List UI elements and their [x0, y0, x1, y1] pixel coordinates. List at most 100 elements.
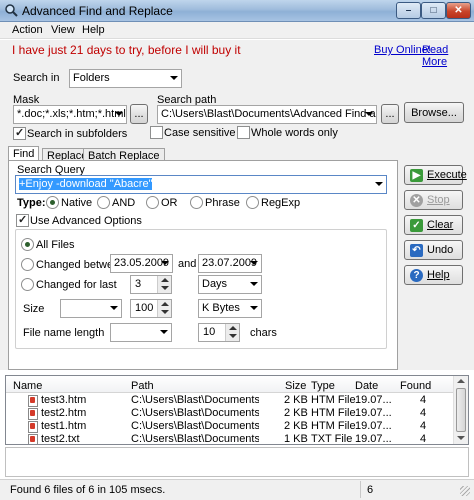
- htm-file-icon: [28, 395, 38, 407]
- col-header-found[interactable]: Found: [400, 380, 431, 392]
- size-value: 100: [135, 302, 154, 314]
- trial-message: I have just 21 days to try, before I wil…: [12, 43, 241, 57]
- table-row[interactable]: test1.htm C:\Users\Blast\Documents\Adv..…: [6, 420, 453, 433]
- row-path: C:\Users\Blast\Documents\Adv...: [131, 407, 259, 419]
- table-row[interactable]: test2.txt C:\Users\Blast\Documents\Adv..…: [6, 433, 453, 444]
- whole-words-checkbox[interactable]: [237, 126, 250, 139]
- stop-icon: ✕: [410, 194, 423, 207]
- path-browse-small-button[interactable]: ...: [381, 104, 399, 124]
- type-and-radio[interactable]: [97, 196, 110, 209]
- help-icon: ?: [410, 269, 423, 282]
- menu-help[interactable]: Help: [82, 24, 105, 36]
- name-length-spinner[interactable]: 10: [198, 323, 240, 342]
- help-label: Help: [427, 269, 450, 281]
- row-name: test3.htm: [41, 394, 87, 406]
- scroll-thumb[interactable]: [456, 388, 466, 432]
- scroll-down-icon[interactable]: [457, 436, 465, 440]
- col-header-path[interactable]: Path: [131, 380, 154, 392]
- row-path: C:\Users\Blast\Documents\Adv...: [131, 433, 259, 444]
- results-scrollbar[interactable]: [453, 376, 468, 444]
- type-and-label: AND: [112, 197, 136, 209]
- last-unit-value: Days: [202, 278, 228, 290]
- spinner-arrows-icon[interactable]: [225, 324, 239, 341]
- row-type: HTM File: [311, 420, 356, 432]
- mask-value: *.doc;*.xls;*.htm;*.html;*.as: [17, 108, 126, 120]
- row-found: 4: [420, 394, 427, 406]
- col-header-name[interactable]: Name: [13, 380, 42, 392]
- all-files-radio[interactable]: [21, 238, 34, 251]
- help-button[interactable]: ? Help: [404, 265, 463, 285]
- browse-button[interactable]: Browse...: [404, 102, 464, 123]
- type-or-label: OR: [161, 197, 178, 209]
- col-header-type[interactable]: Type: [311, 380, 335, 392]
- table-row[interactable]: test2.htm C:\Users\Blast\Documents\Adv..…: [6, 407, 453, 420]
- row-date: 19.07...: [355, 433, 392, 444]
- type-regexp-radio[interactable]: [246, 196, 259, 209]
- search-path-value: C:\Users\Blast\Documents\Advanced Find a…: [161, 108, 376, 120]
- last-value: 3: [135, 278, 142, 290]
- maximize-button[interactable]: □: [421, 2, 446, 19]
- last-unit-select[interactable]: Days: [198, 275, 262, 294]
- row-name: test2.htm: [41, 407, 87, 419]
- row-path: C:\Users\Blast\Documents\Adv...: [131, 394, 259, 406]
- date-to-value: 23.07.2009: [202, 257, 258, 269]
- advanced-options-label: Use Advanced Options: [30, 215, 142, 227]
- changed-last-radio[interactable]: [21, 278, 34, 291]
- mask-browse-button[interactable]: ...: [130, 104, 148, 124]
- date-to-picker[interactable]: 23.07.2009: [198, 254, 262, 273]
- size-operator-select[interactable]: [60, 299, 122, 318]
- results-header: [6, 376, 453, 393]
- size-label: Size: [23, 303, 45, 315]
- row-name: test2.txt: [41, 433, 80, 444]
- name-length-operator-select[interactable]: [110, 323, 172, 342]
- search-path-select[interactable]: C:\Users\Blast\Documents\Advanced Find a…: [157, 105, 377, 124]
- row-name: test1.htm: [41, 420, 87, 432]
- clear-button[interactable]: ✓ Clear: [404, 215, 463, 235]
- last-value-spinner[interactable]: 3: [130, 275, 172, 294]
- spinner-arrows-icon[interactable]: [157, 300, 171, 317]
- menu-view[interactable]: View: [51, 24, 75, 36]
- preview-pane[interactable]: [5, 447, 469, 477]
- row-size: 1 KB: [284, 433, 308, 444]
- menu-action[interactable]: Action: [12, 24, 43, 36]
- col-header-size[interactable]: Size: [285, 380, 306, 392]
- case-sensitive-checkbox[interactable]: [150, 126, 163, 139]
- advanced-options-checkbox[interactable]: [16, 213, 29, 227]
- and-label: and: [178, 258, 197, 270]
- close-button[interactable]: ✕: [446, 2, 471, 19]
- date-from-picker[interactable]: 23.05.2009: [110, 254, 173, 273]
- row-found: 4: [420, 433, 427, 444]
- search-in-select[interactable]: Folders: [69, 69, 182, 88]
- spinner-arrows-icon[interactable]: [157, 276, 171, 293]
- execute-button[interactable]: ▶ Execute: [404, 165, 467, 185]
- search-query-input[interactable]: +Enjoy -download "Abacre": [15, 175, 387, 194]
- name-length-value: 10: [203, 326, 216, 338]
- row-date: 19.07...: [355, 420, 392, 432]
- status-count: 6: [367, 484, 374, 496]
- resize-grip-icon[interactable]: [460, 486, 470, 496]
- chevron-down-icon: [250, 261, 258, 265]
- type-native-radio[interactable]: [46, 196, 59, 209]
- execute-label: Execute: [427, 169, 467, 181]
- app-search-icon: [5, 4, 18, 17]
- stop-button[interactable]: ✕ Stop: [404, 190, 463, 210]
- row-found: 4: [420, 420, 427, 432]
- minimize-button[interactable]: –: [396, 2, 421, 19]
- tab-find[interactable]: Find: [8, 146, 40, 161]
- results-rows: test3.htm C:\Users\Blast\Documents\Adv..…: [6, 394, 453, 444]
- size-unit-select[interactable]: K Bytes: [198, 299, 262, 318]
- size-unit-value: K Bytes: [202, 302, 240, 314]
- scroll-up-icon[interactable]: [457, 379, 465, 383]
- type-phrase-radio[interactable]: [190, 196, 203, 209]
- read-more-link[interactable]: Read More: [422, 44, 474, 68]
- mask-select[interactable]: *.doc;*.xls;*.htm;*.html;*.as: [13, 105, 127, 124]
- size-value-spinner[interactable]: 100: [130, 299, 172, 318]
- title-bar[interactable]: Advanced Find and Replace – □ ✕: [0, 0, 474, 22]
- subfolders-checkbox[interactable]: [13, 126, 26, 140]
- changed-between-radio[interactable]: [21, 258, 34, 271]
- undo-button[interactable]: ↶ Undo: [404, 240, 463, 260]
- table-row[interactable]: test3.htm C:\Users\Blast\Documents\Adv..…: [6, 394, 453, 407]
- col-header-date[interactable]: Date: [355, 380, 378, 392]
- status-divider: [360, 481, 361, 498]
- type-or-radio[interactable]: [146, 196, 159, 209]
